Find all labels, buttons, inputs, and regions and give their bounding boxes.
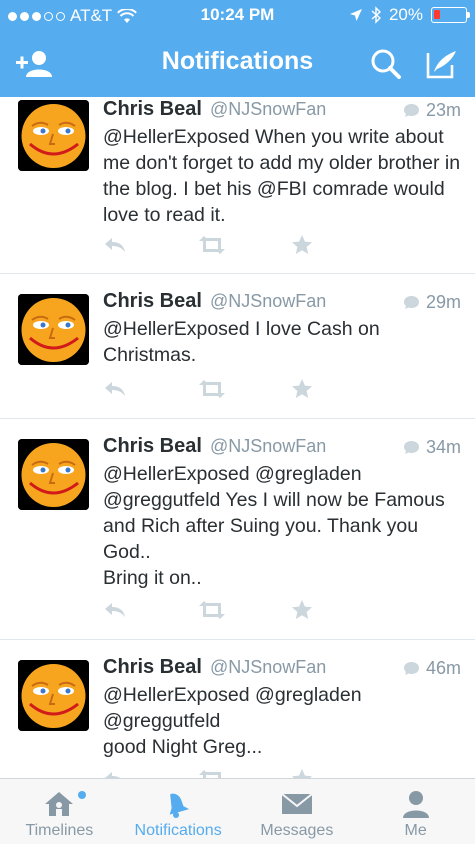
tweet-timestamp: 23m: [403, 100, 461, 121]
tweet-item[interactable]: Chris Beal @NJSnowFan 46m @HellerExposed…: [0, 640, 475, 778]
reply-button[interactable]: [103, 232, 197, 258]
retweet-button[interactable]: [197, 766, 291, 778]
tab-label: Me: [404, 822, 427, 839]
favorite-button[interactable]: [291, 232, 385, 258]
reply-icon: [105, 238, 125, 252]
reply-icon: [105, 382, 125, 396]
retweet-button[interactable]: [197, 232, 291, 258]
compose-icon: [426, 51, 456, 79]
retweet-button[interactable]: [197, 597, 291, 623]
favorite-button[interactable]: [291, 376, 385, 402]
avatar[interactable]: [18, 439, 89, 510]
tweet-author-handle[interactable]: @NJSnowFan: [210, 291, 326, 312]
retweet-icon: [199, 236, 225, 254]
tweet-item[interactable]: Chris Beal @NJSnowFan 29m @HellerExposed…: [0, 274, 475, 419]
star-icon: [292, 379, 312, 398]
person-icon: [402, 791, 429, 818]
tweet-author-handle[interactable]: @NJSnowFan: [210, 436, 326, 457]
tweet-timestamp: 46m: [403, 658, 461, 679]
tweet-time: 23m: [425, 100, 461, 120]
favorite-button[interactable]: [291, 766, 385, 778]
star-icon: [292, 235, 312, 254]
tweet-timestamp: 29m: [403, 292, 461, 313]
battery-percent: 20%: [388, 5, 423, 24]
tweet-time: 46m: [425, 658, 461, 678]
tweet-timestamp: 34m: [403, 437, 461, 458]
tab-timelines[interactable]: Timelines: [0, 779, 119, 844]
reply-icon: [105, 772, 120, 778]
avatar[interactable]: [18, 660, 89, 731]
tab-label: Messages: [260, 822, 334, 839]
reply-button[interactable]: [103, 376, 197, 402]
tweet-time: 29m: [425, 292, 461, 312]
tweet-text: @HellerExposed When you write about me d…: [103, 126, 461, 226]
star-icon: [292, 769, 312, 778]
avatar[interactable]: [18, 100, 89, 171]
tweet-text: @HellerExposed @gregladen @greggutfeld Y…: [103, 463, 445, 589]
tab-messages[interactable]: Messages: [238, 779, 357, 844]
tweet-author-name[interactable]: Chris Beal: [103, 98, 202, 121]
retweet-icon: [199, 380, 225, 398]
tweet-text: @HellerExposed @gregladen @greggutfeld g…: [103, 684, 362, 758]
envelope-icon: [281, 793, 313, 814]
tweet-author-name[interactable]: Chris Beal: [103, 656, 202, 679]
tweet-item[interactable]: Chris Beal @NJSnowFan 23m @HellerExposed…: [0, 97, 475, 274]
tweet-actions: [103, 766, 385, 778]
home-icon: [45, 792, 74, 816]
nav-header: AT&T 10:24 PM 20% Notifications: [0, 0, 475, 97]
notifications-feed[interactable]: Chris Beal @NJSnowFan 23m @HellerExposed…: [0, 97, 475, 778]
bluetooth-icon: [371, 6, 381, 24]
reply-bubble-icon: [403, 441, 419, 454]
status-bar: AT&T 10:24 PM 20%: [0, 0, 475, 32]
retweet-icon: [199, 601, 225, 619]
tweet-author-handle[interactable]: @NJSnowFan: [210, 99, 326, 120]
tweet-author-name[interactable]: Chris Beal: [103, 435, 202, 458]
status-right: 20%: [349, 5, 470, 25]
retweet-icon: [199, 770, 221, 778]
retweet-button[interactable]: [197, 376, 291, 402]
tweet-item[interactable]: Chris Beal @NJSnowFan 34m @HellerExposed…: [0, 419, 475, 640]
search-button[interactable]: [366, 44, 406, 84]
avatar[interactable]: [18, 294, 89, 365]
location-arrow-icon: [349, 9, 362, 21]
search-icon: [371, 49, 401, 79]
battery-level: [434, 10, 440, 19]
compose-button[interactable]: [422, 44, 462, 84]
reply-bubble-icon: [403, 104, 419, 117]
tweet-author-handle[interactable]: @NJSnowFan: [210, 657, 326, 678]
battery-icon: [431, 7, 470, 23]
tweet-actions: [103, 232, 385, 258]
reply-bubble-icon: [403, 662, 419, 675]
bell-icon: [169, 793, 190, 818]
tab-me[interactable]: Me: [356, 779, 475, 844]
star-icon: [292, 600, 312, 619]
tweet-author-name[interactable]: Chris Beal: [103, 290, 202, 313]
favorite-button[interactable]: [291, 597, 385, 623]
tweet-actions: [103, 376, 385, 402]
reply-button[interactable]: [103, 597, 197, 623]
tab-notifications[interactable]: Notifications: [119, 779, 238, 844]
new-content-badge: [78, 791, 86, 799]
tweet-actions: [103, 597, 385, 623]
tab-label: Timelines: [25, 822, 94, 839]
tab-bar: Timelines Notifications Messages Me: [0, 778, 475, 844]
reply-button[interactable]: [103, 766, 197, 778]
reply-bubble-icon: [403, 296, 419, 309]
tweet-text: @HellerExposed I love Cash on Christmas.: [103, 318, 380, 366]
reply-icon: [105, 603, 125, 617]
tab-label: Notifications: [134, 822, 222, 839]
tweet-time: 34m: [425, 437, 461, 457]
